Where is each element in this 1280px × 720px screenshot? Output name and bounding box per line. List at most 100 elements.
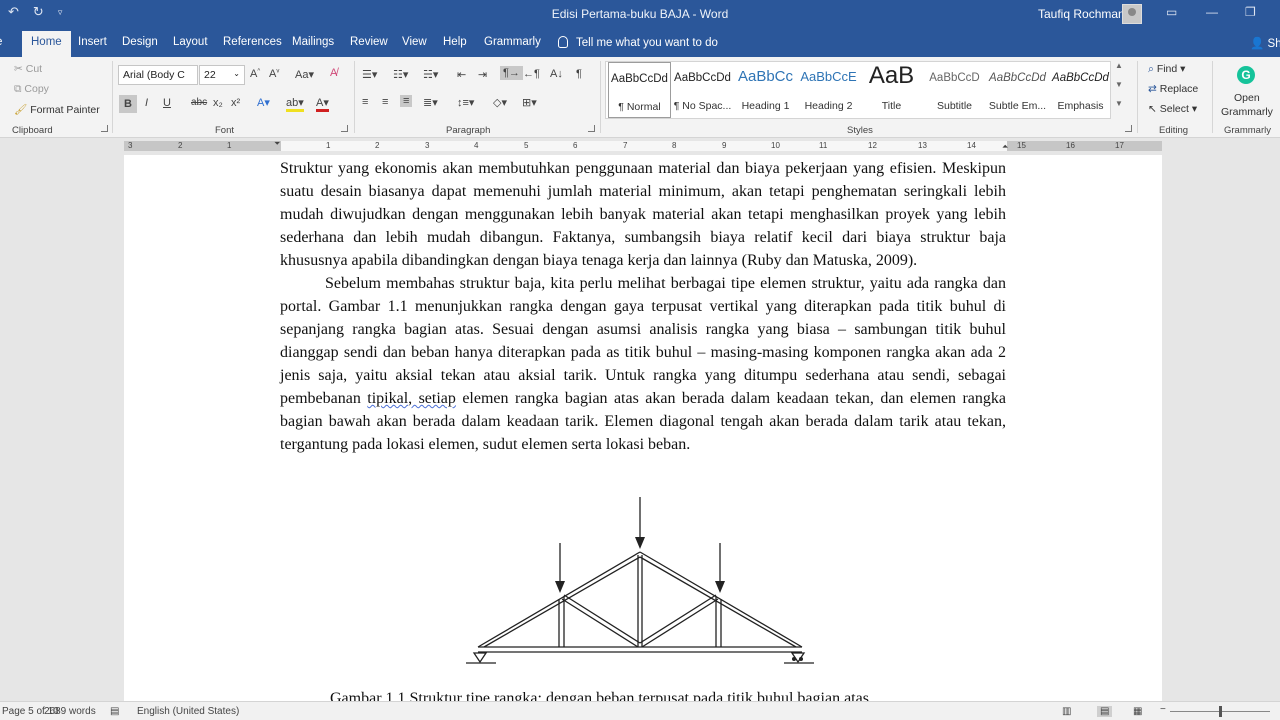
clipboard-launcher-icon[interactable] [101,125,108,132]
superscript-icon[interactable]: x² [231,97,240,109]
strikethrough-icon[interactable]: abc [191,97,207,108]
zoom-slider-thumb[interactable] [1219,706,1222,717]
ruler-number: 10 [771,141,780,150]
paragraph-group-label: Paragraph [446,125,491,136]
tab-layout[interactable]: Layout [173,36,208,48]
highlight-icon[interactable]: ab▾ [286,96,304,112]
tab-references[interactable]: References [223,36,282,48]
justify-icon[interactable]: ≡ [400,95,413,107]
multilevel-list-icon[interactable]: ☵▾ [423,68,438,81]
align-left-icon[interactable]: ≡ [362,96,368,108]
read-mode-icon[interactable]: ▥ [1062,706,1071,717]
tab-design[interactable]: Design [122,36,158,48]
user-name[interactable]: Taufiq Rochman [1038,7,1125,21]
numbering-icon[interactable]: ☷▾ [393,68,408,81]
font-size-box[interactable]: 22 ⌄ [199,65,245,85]
print-layout-icon[interactable]: ▤ [1097,706,1113,717]
open-grammarly-line1[interactable]: Open [1234,92,1260,104]
copy-button[interactable]: ⧉ Copy [14,83,49,96]
paragraph[interactable]: Struktur yang ekonomis akan membutuhkan … [280,157,1006,272]
proofing-icon[interactable]: ▤ [110,706,119,717]
style-preview: AaBbCcDd [1052,72,1109,84]
underline-button[interactable]: U [163,97,171,109]
ruler-number: 16 [1066,141,1075,150]
text-effects-icon[interactable]: A▾ [257,96,270,109]
chevron-up-icon[interactable]: ▲ [1112,61,1126,80]
italic-button[interactable]: I [145,97,148,109]
grammar-flag[interactable]: tipikal, setiap [367,390,456,407]
bullets-icon[interactable]: ☰▾ [362,68,377,81]
open-grammarly-line2[interactable]: Grammarly [1221,106,1273,118]
cut-button[interactable]: ✂ Cut [14,63,42,75]
restore-icon[interactable]: ❐ [1245,5,1256,19]
zoom-out-icon[interactable]: − [1160,704,1166,715]
page[interactable]: Struktur yang ekonomis akan membutuhkan … [124,155,1162,701]
language-indicator[interactable]: English (United States) [137,706,239,717]
more-styles-icon[interactable]: ▼ [1112,99,1126,118]
body-text[interactable]: Struktur yang ekonomis akan membutuhkan … [280,157,1006,456]
decrease-indent-icon[interactable]: ⇤ [457,68,466,81]
tab-file[interactable]: e [0,36,2,48]
ribbon-display-options-icon[interactable]: ▭ [1166,5,1177,19]
show-marks-icon[interactable]: ¶ [576,68,582,80]
font-name-box[interactable]: Arial (Body C [118,65,198,85]
tab-grammarly[interactable]: Grammarly [484,36,541,48]
shading-icon[interactable]: ◇▾ [493,96,507,109]
chevron-down-icon[interactable]: ▼ [1112,80,1126,99]
tab-insert[interactable]: Insert [78,36,107,48]
tab-view[interactable]: View [402,36,427,48]
clear-formatting-icon[interactable]: A̸ [330,67,337,79]
select-button[interactable]: ↖ Select ▾ [1148,103,1197,115]
format-painter-button[interactable]: 🖌 Format Painter [14,103,100,116]
style-heading-2[interactable]: AaBbCcE Heading 2 [797,62,860,118]
replace-button[interactable]: ⇄ Replace [1148,83,1198,95]
grow-font-icon[interactable]: A^ [250,68,260,80]
paragraph-launcher-icon[interactable] [588,125,595,132]
find-button[interactable]: ⌕ Find ▾ [1148,63,1185,76]
horizontal-ruler[interactable]: 3 2 1 1 2 3 4 5 6 7 8 9 10 11 12 13 14 1… [124,139,1162,152]
style-subtle-emphasis[interactable]: AaBbCcDd Subtle Em... [986,62,1049,118]
style-normal[interactable]: AaBbCcDd ¶ Normal [608,62,671,118]
minimize-icon[interactable]: — [1206,5,1218,19]
line-spacing-icon[interactable]: ↕≡▾ [457,96,474,109]
borders-icon[interactable]: ⊞▾ [522,96,537,109]
word-count[interactable]: 2689 words [44,706,96,717]
distributed-icon[interactable]: ≣▾ [423,96,438,109]
ruler-number: 1 [227,141,232,150]
bold-button[interactable]: B [119,95,137,113]
right-indent-marker-icon[interactable]: ⏶ [1002,142,1008,152]
scissors-icon: ✂ [14,63,23,75]
avatar[interactable] [1122,4,1142,24]
web-layout-icon[interactable]: ▦ [1133,706,1142,717]
replace-label: Replace [1159,83,1199,95]
increase-indent-icon[interactable]: ⇥ [478,68,487,81]
truss-figure[interactable] [464,495,814,670]
subscript-icon[interactable]: x₂ [213,97,223,109]
style-emphasis[interactable]: AaBbCcDd Emphasis [1049,62,1112,118]
font-launcher-icon[interactable] [341,125,348,132]
tell-me-box[interactable]: Tell me what you want to do [558,36,718,49]
paragraph[interactable]: Sebelum membahas struktur baja, kita per… [280,272,1006,456]
align-center-icon[interactable]: ≡ [382,96,388,108]
rtl-icon[interactable]: ←¶ [523,68,540,80]
ruler-number: 11 [819,141,828,150]
style-name: Subtle Em... [988,100,1047,112]
ruler-number: 6 [573,141,578,150]
tab-home[interactable]: Home [22,31,71,57]
styles-launcher-icon[interactable] [1125,125,1132,132]
style-subtitle[interactable]: AaBbCcD Subtitle [923,62,986,118]
share-button[interactable]: 👤 Sha [1250,36,1280,50]
style-no-spacing[interactable]: AaBbCcDd ¶ No Spac... [671,62,734,118]
font-color-icon[interactable]: A▾ [316,96,329,112]
style-heading-1[interactable]: AaBbCc Heading 1 [734,62,797,118]
style-title[interactable]: AaB Title [860,62,923,118]
tab-help[interactable]: Help [443,36,467,48]
tab-review[interactable]: Review [350,36,388,48]
sort-icon[interactable]: A↓ [550,68,563,80]
document-area[interactable]: Struktur yang ekonomis akan membutuhkan … [0,155,1280,701]
change-case-icon[interactable]: Aa▾ [295,68,314,81]
shrink-font-icon[interactable]: Av [269,68,279,80]
indent-marker-icon[interactable]: ⏷ [274,139,280,149]
ltr-icon[interactable]: ¶→ [500,66,523,80]
tab-mailings[interactable]: Mailings [292,36,334,48]
